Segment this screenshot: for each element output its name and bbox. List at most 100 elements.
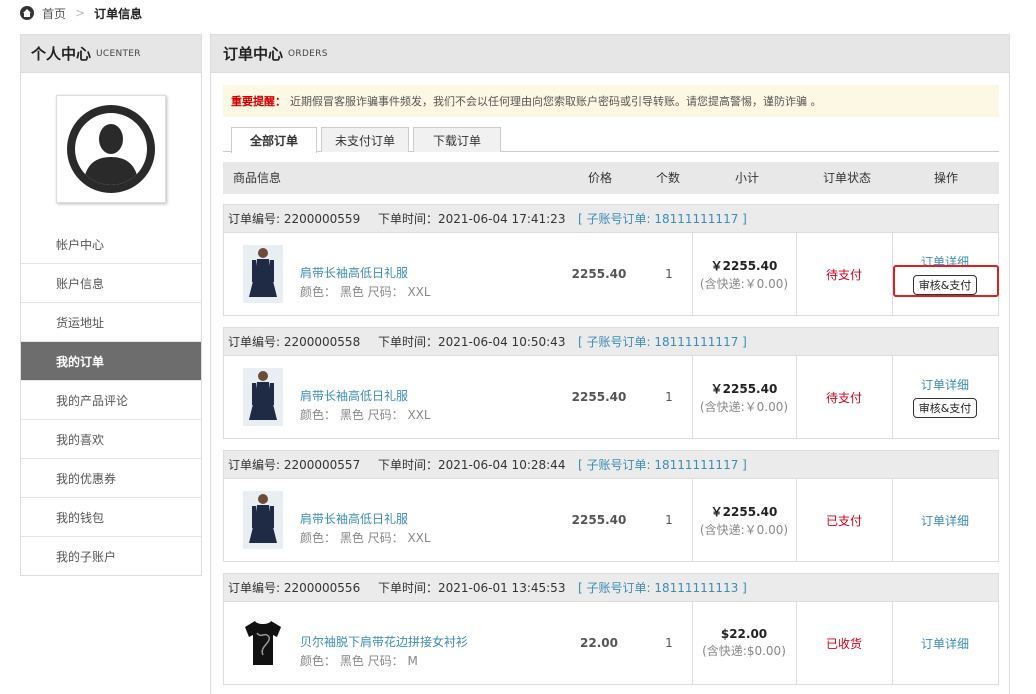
breadcrumb-separator: > (75, 6, 86, 20)
dress-image-icon (243, 245, 283, 303)
tab-all-orders[interactable]: 全部订单 (231, 127, 317, 153)
product-attributes: 颜色： 黑色 尺码： XXL (300, 285, 431, 299)
product-thumbnail[interactable] (240, 613, 286, 673)
order-actions: 订单详细 (892, 602, 998, 684)
order-qty: 1 (665, 636, 673, 650)
sidebar-item-label: 我的产品评论 (56, 393, 129, 408)
order-row: 肩带长袖高低日礼服 颜色： 黑色 尺码： XXL 2255.40 1 ￥2255… (224, 233, 998, 315)
order-number: 订单编号: 2200000559 (228, 212, 361, 226)
sidebar-subtitle: UCENTER (96, 48, 141, 59)
sidebar-item-wallet[interactable]: 我的钱包 (21, 498, 201, 537)
sub-account-order: [ 子账号订单: 18111111113 ] (578, 581, 747, 595)
order-time: 下单时间：2021-06-04 17:41:23 (378, 212, 566, 226)
order-status: 已支付 (825, 513, 862, 528)
breadcrumb-home[interactable]: 首页 (42, 5, 66, 22)
order-subtotal: $22.00 (含快递:$0.00) (692, 602, 796, 684)
product-name-link[interactable]: 肩带长袖高低日礼服 (300, 264, 408, 281)
page-title: 订单中心 (223, 45, 284, 63)
subtotal-amount: ￥2255.40 (710, 381, 778, 396)
home-icon[interactable] (20, 6, 34, 20)
order-number: 订单编号: 2200000557 (228, 458, 361, 472)
security-notice: 重要提醒： 近期假冒客服诈骗事件频发，我们不会以任何理由向您索取账户密码或引导转… (223, 85, 999, 117)
sidebar-item-account-center[interactable]: 帐户中心 (21, 225, 201, 264)
sidebar: 个人中心 UCENTER 帐户中心 账户信息 货运地址 我的订单 我的产品评论 … (20, 34, 202, 576)
product-thumbnail[interactable] (240, 244, 286, 304)
order-center-panel: 订单中心 ORDERS 重要提醒： 近期假冒客服诈骗事件频发，我们不会以任何理由… (210, 34, 1010, 694)
shipping-fee: (含快递:￥0.00) (699, 522, 789, 537)
sub-account-order: [ 子账号订单: 18111111117 ] (578, 335, 747, 349)
order-detail-link[interactable]: 订单详细 (921, 635, 969, 652)
order-status: 待支付 (825, 267, 862, 282)
sidebar-item-label: 我的订单 (56, 354, 105, 369)
order-price: 22.00 (580, 636, 618, 650)
order-detail-link[interactable]: 订单详细 (921, 512, 969, 529)
order-card: 订单编号: 2200000556 下单时间：2021-06-01 13:45:5… (223, 573, 999, 685)
tab-unpaid-orders[interactable]: 未支付订单 (321, 127, 409, 152)
sub-account-order: [ 子账号订单: 18111111117 ] (578, 458, 747, 472)
subtotal-amount: ￥2255.40 (710, 258, 778, 273)
order-detail-link[interactable]: 订单详细 (921, 376, 969, 393)
notice-text: 近期假冒客服诈骗事件频发，我们不会以任何理由向您索取账户密码或引导转账。请您提高… (290, 95, 822, 108)
sidebar-item-label: 我的优惠券 (56, 471, 117, 486)
product-name-link[interactable]: 贝尔袖脱下肩带花边拼接女衬衫 (300, 633, 468, 650)
tab-download-orders[interactable]: 下载订单 (413, 127, 501, 152)
column-ops: 操作 (934, 171, 959, 185)
order-tabs: 全部订单 未支付订单 下载订单 (223, 127, 999, 153)
column-subtotal: 小计 (735, 171, 760, 185)
shipping-fee: (含快递:$0.00) (702, 644, 786, 658)
order-header: 订单编号: 2200000558 下单时间：2021-06-04 10:50:4… (224, 328, 998, 356)
column-product: 商品信息 (233, 171, 282, 185)
order-card: 订单编号: 2200000557 下单时间：2021-06-04 10:28:4… (223, 450, 999, 562)
sidebar-item-favorites[interactable]: 我的喜欢 (21, 420, 201, 459)
order-price: 2255.40 (571, 267, 627, 281)
shipping-fee: (含快递:￥0.00) (699, 276, 789, 291)
order-status: 待支付 (825, 390, 862, 405)
order-number: 订单编号: 2200000558 (228, 335, 361, 349)
sidebar-item-account-info[interactable]: 账户信息 (21, 264, 201, 303)
user-avatar-icon (67, 105, 155, 193)
order-header: 订单编号: 2200000557 下单时间：2021-06-04 10:28:4… (224, 451, 998, 479)
sidebar-item-sub-accounts[interactable]: 我的子账户 (21, 537, 201, 576)
table-header: 商品信息 价格 个数 小计 订单状态 操作 (223, 162, 999, 194)
sidebar-item-label: 帐户中心 (56, 237, 105, 252)
order-subtotal: ￥2255.40 (含快递:￥0.00) (692, 233, 796, 315)
sub-account-order: [ 子账号订单: 18111111117 ] (578, 212, 747, 226)
column-price: 价格 (588, 171, 613, 185)
sidebar-item-product-reviews[interactable]: 我的产品评论 (21, 381, 201, 420)
sidebar-title: 个人中心 (31, 45, 92, 63)
product-thumbnail[interactable] (240, 490, 286, 550)
sidebar-menu: 帐户中心 账户信息 货运地址 我的订单 我的产品评论 我的喜欢 我的优惠券 我的… (21, 225, 201, 576)
sidebar-item-shipping-address[interactable]: 货运地址 (21, 303, 201, 342)
product-thumbnail[interactable] (240, 367, 286, 427)
order-price: 2255.40 (571, 513, 627, 527)
sidebar-item-label: 账户信息 (56, 276, 105, 291)
sidebar-item-label: 货运地址 (56, 315, 105, 330)
page-subtitle: ORDERS (288, 48, 328, 59)
sidebar-item-coupons[interactable]: 我的优惠券 (21, 459, 201, 498)
sidebar-item-label: 我的子账户 (56, 550, 117, 564)
order-qty: 1 (665, 513, 673, 527)
dress-image-icon (243, 368, 283, 426)
order-subtotal: ￥2255.40 (含快递:￥0.00) (692, 356, 796, 438)
main-header: 订单中心 ORDERS (211, 35, 1009, 73)
review-pay-button[interactable]: 审核&支付 (912, 398, 978, 418)
product-attributes: 颜色： 黑色 尺码： XXL (300, 408, 431, 422)
order-row: 贝尔袖脱下肩带花边拼接女衬衫 颜色： 黑色 尺码： M 22.00 1 $22.… (224, 602, 998, 684)
order-status: 已收货 (825, 636, 862, 651)
sidebar-item-my-orders[interactable]: 我的订单 (21, 342, 201, 381)
subtotal-amount: ￥2255.40 (710, 504, 778, 519)
order-qty: 1 (665, 390, 673, 404)
sidebar-header: 个人中心 UCENTER (21, 35, 201, 73)
product-name-link[interactable]: 肩带长袖高低日礼服 (300, 387, 408, 404)
column-status: 订单状态 (823, 171, 872, 185)
breadcrumb-current: 订单信息 (94, 6, 143, 21)
shirt-image-icon (245, 621, 281, 665)
notice-label: 重要提醒： (231, 95, 286, 108)
order-header: 订单编号: 2200000556 下单时间：2021-06-01 13:45:5… (224, 574, 998, 602)
order-price: 2255.40 (571, 390, 627, 404)
product-name-link[interactable]: 肩带长袖高低日礼服 (300, 510, 408, 527)
order-time: 下单时间：2021-06-04 10:28:44 (378, 458, 566, 472)
highlight-box (893, 265, 999, 297)
order-actions: 订单详细 (892, 479, 998, 561)
breadcrumb: 首页 > 订单信息 (20, 4, 142, 22)
